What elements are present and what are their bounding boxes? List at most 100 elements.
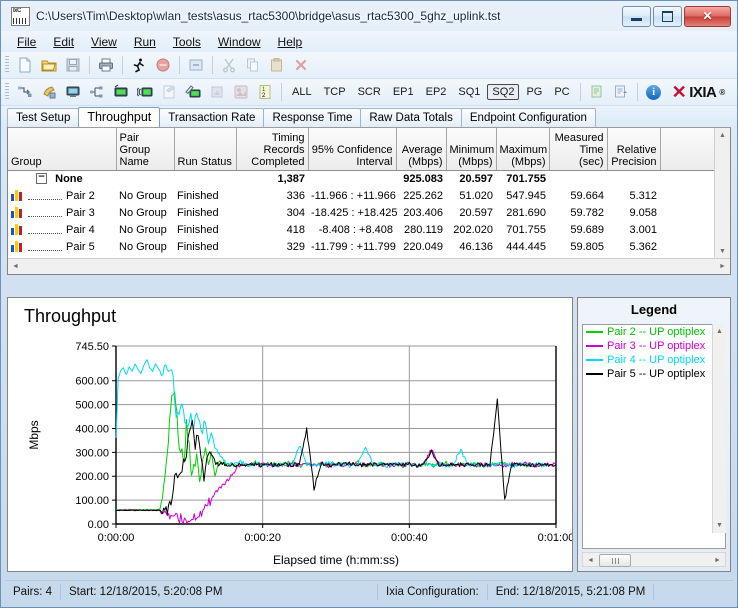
add-video-pair-icon[interactable] [110, 81, 132, 103]
table-row[interactable]: Pair 3 No Group Finished 304 -18.425 : +… [8, 204, 715, 221]
table-row[interactable]: Pair 4 No Group Finished 418 -8.408 : +8… [8, 221, 715, 238]
legend-panel: Legend Pair 2 -- UP optiplex Pair 3 -- U… [577, 297, 731, 572]
add-voip-pair-icon[interactable] [134, 81, 156, 103]
menu-window[interactable]: Window [210, 33, 269, 51]
menu-bar: File Edit View Run Tools Window Help [1, 31, 737, 52]
pair-cell[interactable]: Pair 4 [8, 221, 116, 238]
close-button[interactable]: ✕ [684, 5, 731, 27]
add-pair-icon[interactable] [14, 81, 36, 103]
legend-item-pair-3[interactable]: Pair 3 -- UP optiplex [583, 339, 725, 353]
tab-transaction-rate[interactable]: Transaction Rate [159, 108, 265, 127]
svg-text:0:00:20: 0:00:20 [244, 532, 281, 544]
svg-text:745.50: 745.50 [75, 341, 109, 353]
legend-scroll-left-icon[interactable]: ◄ [583, 553, 598, 568]
scroll-right-icon[interactable]: ► [715, 259, 730, 274]
minimize-button[interactable] [622, 5, 651, 27]
legend-scroll-down-icon[interactable]: ▼ [712, 518, 727, 533]
report-icon[interactable] [610, 81, 632, 103]
run-icon[interactable] [128, 54, 150, 76]
copy-pair-icon[interactable] [206, 81, 228, 103]
legend-vertical-scrollbar[interactable]: ▲ ▼ [712, 324, 726, 533]
toolbar-grip[interactable] [5, 83, 9, 101]
collapse-icon[interactable]: − [36, 173, 48, 185]
refresh-icon[interactable] [185, 54, 207, 76]
pair-cell[interactable]: Pair 2 [8, 187, 116, 204]
tab-raw-data-totals[interactable]: Raw Data Totals [360, 108, 462, 127]
filter-scr-button[interactable]: SCR [353, 84, 386, 100]
table-row[interactable]: − None 1,387 925.083 20.597 701.755 [8, 170, 715, 187]
grid-horizontal-scrollbar[interactable]: ◄ ► [8, 258, 730, 274]
scroll-left-icon[interactable]: ◄ [8, 259, 23, 274]
menu-run[interactable]: Run [126, 33, 164, 51]
table-row[interactable]: Pair 5 No Group Finished 329 -11.799 : +… [8, 238, 715, 255]
col-average[interactable]: Average (Mbps) [396, 128, 447, 171]
legend-item-pair-2[interactable]: Pair 2 -- UP optiplex [583, 325, 725, 339]
grid-vertical-scrollbar[interactable]: ▲ ▼ [714, 128, 730, 259]
filter-sq1-button[interactable]: SQ1 [453, 84, 485, 100]
toolbar-grip[interactable] [5, 56, 9, 74]
col-confidence-interval[interactable]: 95% Confidence Interval [308, 128, 397, 171]
maximize-button[interactable] [653, 5, 682, 27]
pair-cell[interactable]: Pair 5 [8, 238, 116, 255]
legend-item-pair-5[interactable]: Pair 5 -- UP optiplex [583, 367, 725, 381]
col-minimum[interactable]: Minimum (Mbps) [446, 128, 497, 171]
pair-label: Pair 2 [66, 189, 95, 202]
pair-cell[interactable]: Pair 3 [8, 204, 116, 221]
copy-icon[interactable] [242, 54, 264, 76]
renumber-pairs-icon[interactable]: 12 [254, 81, 276, 103]
scroll-up-icon[interactable]: ▲ [715, 128, 730, 143]
col-group[interactable]: Group [8, 128, 117, 171]
legend-scroll-up-icon[interactable]: ▲ [712, 324, 727, 339]
legend-horizontal-scrollbar[interactable]: ◄ ► [582, 552, 726, 567]
legend-scroll-thumb[interactable] [599, 554, 631, 567]
col-relative-precision[interactable]: Relative Precision [607, 128, 661, 171]
menu-help[interactable]: Help [270, 33, 311, 51]
filter-pc-button[interactable]: PC [549, 84, 574, 100]
add-multicast-pair-icon[interactable] [38, 81, 60, 103]
col-timing-records[interactable]: Timing Records Completed [236, 128, 309, 171]
table-row[interactable]: Pair 2 No Group Finished 336 -11.966 : +… [8, 187, 715, 204]
legend-item-pair-4[interactable]: Pair 4 -- UP optiplex [583, 353, 725, 367]
menu-tools[interactable]: Tools [165, 33, 209, 51]
filter-all-button[interactable]: ALL [287, 84, 317, 100]
measured-time: 59.805 [570, 240, 604, 253]
cut-icon[interactable] [218, 54, 240, 76]
paste-icon[interactable] [266, 54, 288, 76]
results-table: Group Pair Group Name Run Status Timing R… [8, 128, 716, 255]
filter-tcp-button[interactable]: TCP [319, 84, 351, 100]
status-pairs: Pairs: 4 [13, 586, 52, 598]
add-group-icon[interactable] [86, 81, 108, 103]
delete-icon[interactable] [290, 54, 312, 76]
col-measured-time[interactable]: Measured Time (sec) [549, 128, 608, 171]
filter-pg-button[interactable]: PG [521, 84, 547, 100]
print-icon[interactable] [95, 54, 117, 76]
group-cell[interactable]: − None [8, 170, 116, 187]
menu-file[interactable]: File [9, 33, 44, 51]
save-icon[interactable] [62, 54, 84, 76]
filter-ep1-button[interactable]: EP1 [388, 84, 419, 100]
new-icon[interactable] [14, 54, 36, 76]
tab-test-setup[interactable]: Test Setup [7, 108, 80, 127]
legend-scroll-right-icon[interactable]: ► [710, 553, 725, 568]
status-end-time: End: 12/18/2015, 5:21:08 PM [495, 586, 646, 598]
menu-view[interactable]: View [83, 33, 125, 51]
swap-endpoints-icon[interactable] [230, 81, 252, 103]
edit-script-icon[interactable] [182, 81, 204, 103]
col-maximum[interactable]: Maximum (Mbps) [496, 128, 550, 171]
edit-pair-icon[interactable] [158, 81, 180, 103]
tab-response-time[interactable]: Response Time [263, 108, 362, 127]
tab-throughput[interactable]: Throughput [78, 107, 161, 127]
tab-endpoint-configuration[interactable]: Endpoint Configuration [460, 108, 596, 127]
open-folder-icon[interactable] [38, 54, 60, 76]
export-icon[interactable] [586, 81, 608, 103]
filter-ep2-button[interactable]: EP2 [421, 84, 452, 100]
add-endpoint-icon[interactable] [62, 81, 84, 103]
throughput-chart[interactable]: 0.00 100.00 200.00 300.00 400.00 500.00 600.00… [8, 298, 573, 571]
filter-sq2-button[interactable]: SQ2 [487, 84, 520, 100]
menu-edit[interactable]: Edit [45, 33, 82, 51]
scroll-down-icon[interactable]: ▼ [715, 244, 730, 259]
col-run-status[interactable]: Run Status [174, 128, 237, 171]
stop-icon[interactable] [152, 54, 174, 76]
info-icon[interactable]: i [643, 81, 665, 103]
col-pair-group-name[interactable]: Pair Group Name [116, 128, 175, 171]
